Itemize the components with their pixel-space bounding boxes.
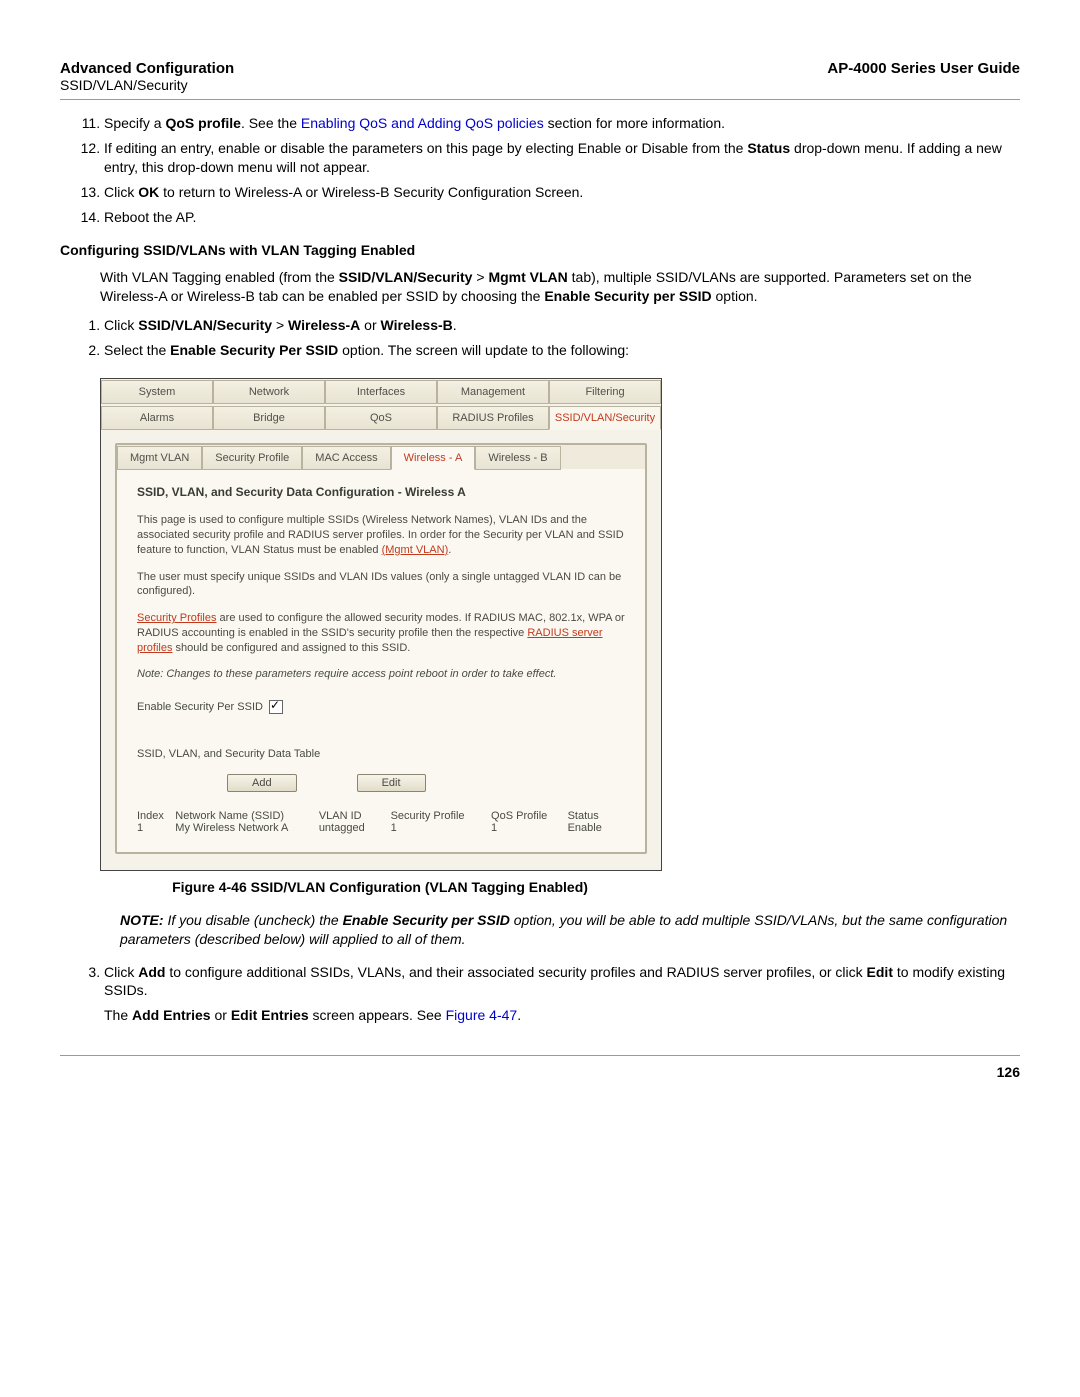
security-profiles-link[interactable]: Security Profiles xyxy=(137,612,216,624)
note-block: NOTE: If you disable (uncheck) the Enabl… xyxy=(120,911,1020,949)
tab-ssid-vlan-security[interactable]: SSID/VLAN/Security xyxy=(549,406,661,430)
tab-bridge[interactable]: Bridge xyxy=(213,406,325,430)
figure-caption: Figure 4-46 SSID/VLAN Configuration (VLA… xyxy=(100,879,660,895)
steps-mid: Click SSID/VLAN/Security > Wireless-A or… xyxy=(60,316,1020,360)
td-qos-profile: 1 xyxy=(491,822,568,834)
th-network-name: Network Name (SSID) xyxy=(175,810,319,822)
step-14: Reboot the AP. xyxy=(104,208,1020,227)
para-1: With VLAN Tagging enabled (from the SSID… xyxy=(100,268,1020,306)
header-sub: SSID/VLAN/Security xyxy=(60,77,1020,93)
subtab-mac-access[interactable]: MAC Access xyxy=(302,446,390,470)
tab-radius-profiles[interactable]: RADIUS Profiles xyxy=(437,406,549,430)
section-heading: Configuring SSID/VLANs with VLAN Tagging… xyxy=(60,242,1020,258)
panel-body: SSID, VLAN, and Security Data Configurat… xyxy=(117,469,645,838)
th-security-profile: Security Profile xyxy=(391,810,491,822)
button-row: Add Edit xyxy=(227,774,625,792)
data-table-title: SSID, VLAN, and Security Data Table xyxy=(137,748,625,760)
step-mid-2: Select the Enable Security Per SSID opti… xyxy=(104,341,1020,360)
header-right: AP-4000 Series User Guide xyxy=(827,60,1020,77)
panel-p1: This page is used to configure multiple … xyxy=(137,513,625,558)
tab-interfaces[interactable]: Interfaces xyxy=(325,380,437,404)
data-table: Index Network Name (SSID) VLAN ID Securi… xyxy=(137,810,625,834)
panel-p2: The user must specify unique SSIDs and V… xyxy=(137,570,625,600)
table-row: 1 My Wireless Network A untagged 1 1 Ena… xyxy=(137,822,625,834)
panel-title: SSID, VLAN, and Security Data Configurat… xyxy=(137,485,625,499)
add-button[interactable]: Add xyxy=(227,774,297,792)
tab-qos[interactable]: QoS xyxy=(325,406,437,430)
tab-management[interactable]: Management xyxy=(437,380,549,404)
tab-row-2: Alarms Bridge QoS RADIUS Profiles SSID/V… xyxy=(101,405,661,429)
figure-screenshot: System Network Interfaces Management Fil… xyxy=(100,378,662,871)
th-qos-profile: QoS Profile xyxy=(491,810,568,822)
subtab-mgmt-vlan[interactable]: Mgmt VLAN xyxy=(117,446,202,470)
bottom-rule xyxy=(60,1055,1020,1056)
step-3: Click Add to configure additional SSIDs,… xyxy=(104,963,1020,1026)
page-number: 126 xyxy=(60,1064,1020,1080)
tab-row-1: System Network Interfaces Management Fil… xyxy=(101,379,661,403)
tab-alarms[interactable]: Alarms xyxy=(101,406,213,430)
subtab-wireless-b[interactable]: Wireless - B xyxy=(475,446,560,470)
figure-4-47-link[interactable]: Figure 4-47 xyxy=(446,1007,518,1023)
td-network-name: My Wireless Network A xyxy=(175,822,319,834)
subtab-security-profile[interactable]: Security Profile xyxy=(202,446,302,470)
table-header-row: Index Network Name (SSID) VLAN ID Securi… xyxy=(137,810,625,822)
tab-network[interactable]: Network xyxy=(213,380,325,404)
steps-top: Specify a QoS profile. See the Enabling … xyxy=(60,114,1020,226)
td-status: Enable xyxy=(568,822,625,834)
th-status: Status xyxy=(568,810,625,822)
top-rule xyxy=(60,99,1020,100)
td-index: 1 xyxy=(137,822,175,834)
enable-security-checkbox[interactable] xyxy=(269,700,283,714)
step-12: If editing an entry, enable or disable t… xyxy=(104,139,1020,177)
panel-p3: Security Profiles are used to configure … xyxy=(137,611,625,656)
qos-link[interactable]: Enabling QoS and Adding QoS policies xyxy=(301,115,544,131)
td-vlan-id: untagged xyxy=(319,822,391,834)
enable-security-row: Enable Security Per SSID xyxy=(137,700,625,714)
inner-panel: Mgmt VLAN Security Profile MAC Access Wi… xyxy=(115,443,647,854)
subtab-row: Mgmt VLAN Security Profile MAC Access Wi… xyxy=(117,445,645,469)
th-vlan-id: VLAN ID xyxy=(319,810,391,822)
tab-filtering[interactable]: Filtering xyxy=(549,380,661,404)
step-13: Click OK to return to Wireless-A or Wire… xyxy=(104,183,1020,202)
panel-note: Note: Changes to these parameters requir… xyxy=(137,668,625,680)
subtab-wireless-a[interactable]: Wireless - A xyxy=(391,446,476,470)
td-security-profile: 1 xyxy=(391,822,491,834)
header-left: Advanced Configuration xyxy=(60,60,234,77)
steps-bottom: Click Add to configure additional SSIDs,… xyxy=(60,963,1020,1026)
step-11: Specify a QoS profile. See the Enabling … xyxy=(104,114,1020,133)
step-mid-1: Click SSID/VLAN/Security > Wireless-A or… xyxy=(104,316,1020,335)
enable-security-label: Enable Security Per SSID xyxy=(137,701,263,713)
th-index: Index xyxy=(137,810,175,822)
mgmt-vlan-link[interactable]: (Mgmt VLAN) xyxy=(382,544,449,556)
figure-wrap: System Network Interfaces Management Fil… xyxy=(100,378,1020,895)
edit-button[interactable]: Edit xyxy=(357,774,426,792)
tab-system[interactable]: System xyxy=(101,380,213,404)
